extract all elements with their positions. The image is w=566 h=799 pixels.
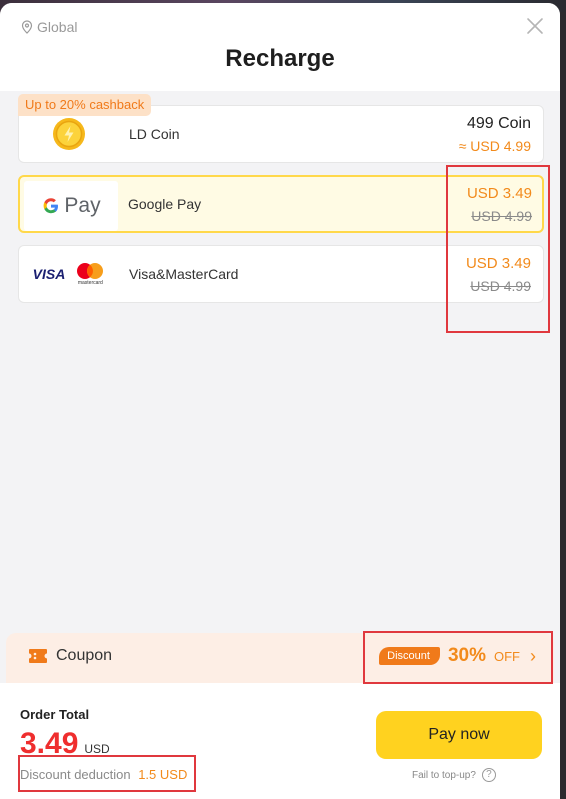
question-circle-icon: ?	[481, 768, 496, 782]
discount-deduction-value: 1.5 USD	[138, 767, 188, 782]
visa-logo-text: VISA	[32, 266, 66, 282]
payment-method-name: LD Coin	[129, 126, 180, 142]
order-summary: Order Total 3.49 USD Discount deduction …	[0, 683, 560, 799]
coupon-discount-selector[interactable]: Discount 30% OFF ›	[379, 645, 536, 667]
location-pin-icon	[21, 20, 33, 34]
coin-usd-approx: ≈ USD 4.99	[458, 138, 531, 154]
google-g-icon	[44, 198, 59, 214]
discounted-price: USD 3.49	[466, 185, 532, 202]
ticket-icon	[29, 649, 47, 663]
visa-mastercard-logo: VISA mastercard	[19, 246, 119, 302]
coupon-label: Coupon	[56, 647, 113, 664]
discount-deduction-label: Discount deduction	[20, 767, 131, 782]
google-pay-logo-text: Pay	[64, 194, 101, 217]
gold-coin-icon	[53, 118, 85, 150]
payment-method-name: Visa&MasterCard	[129, 266, 239, 282]
fail-to-top-up-label: Fail to top-up?	[412, 769, 476, 781]
coin-amount: 499 Coin	[466, 115, 531, 132]
original-price: USD 4.99	[471, 208, 532, 224]
chevron-right-icon: ›	[530, 645, 536, 666]
order-total-label: Order Total	[20, 707, 90, 722]
discount-tag: Discount	[379, 647, 440, 665]
discounted-price: USD 3.49	[465, 255, 531, 272]
mastercard-logo: mastercard	[75, 262, 105, 286]
mastercard-circles-icon	[77, 263, 104, 279]
discount-percent: 30%	[447, 645, 486, 666]
coupon-selector[interactable]: Coupon	[28, 647, 112, 665]
coupon-bar: Coupon Discount 30% OFF ›	[6, 633, 554, 683]
order-total: 3.49 USD	[20, 727, 110, 761]
mastercard-logo-text: mastercard	[77, 280, 103, 286]
discount-deduction: Discount deduction 1.5 USD	[20, 767, 187, 782]
recharge-modal: Global Recharge Up to 20% cashback LD Co…	[0, 3, 560, 799]
payment-method-name: Google Pay	[128, 196, 202, 212]
modal-header: Global Recharge	[0, 3, 560, 91]
region-label: Global	[37, 19, 78, 35]
payment-method-visa-mastercard[interactable]: VISA mastercard Visa&MasterCard USD 3.49…	[18, 245, 544, 303]
page-title: Recharge	[225, 45, 335, 72]
cashback-badge: Up to 20% cashback	[18, 94, 152, 116]
region-selector[interactable]: Global	[21, 19, 77, 35]
original-price: USD 4.99	[470, 278, 531, 294]
order-total-amount: 3.49	[20, 727, 79, 760]
payment-method-google-pay[interactable]: Pay Google Pay USD 3.49 USD 4.99	[18, 175, 544, 233]
close-icon[interactable]	[526, 17, 544, 35]
discount-off-label: OFF	[494, 648, 520, 664]
fail-to-top-up-link[interactable]: Fail to top-up? ?	[412, 768, 496, 782]
pay-now-button[interactable]: Pay now	[376, 711, 542, 759]
order-total-currency: USD	[84, 742, 110, 756]
google-pay-logo: Pay	[24, 181, 118, 231]
